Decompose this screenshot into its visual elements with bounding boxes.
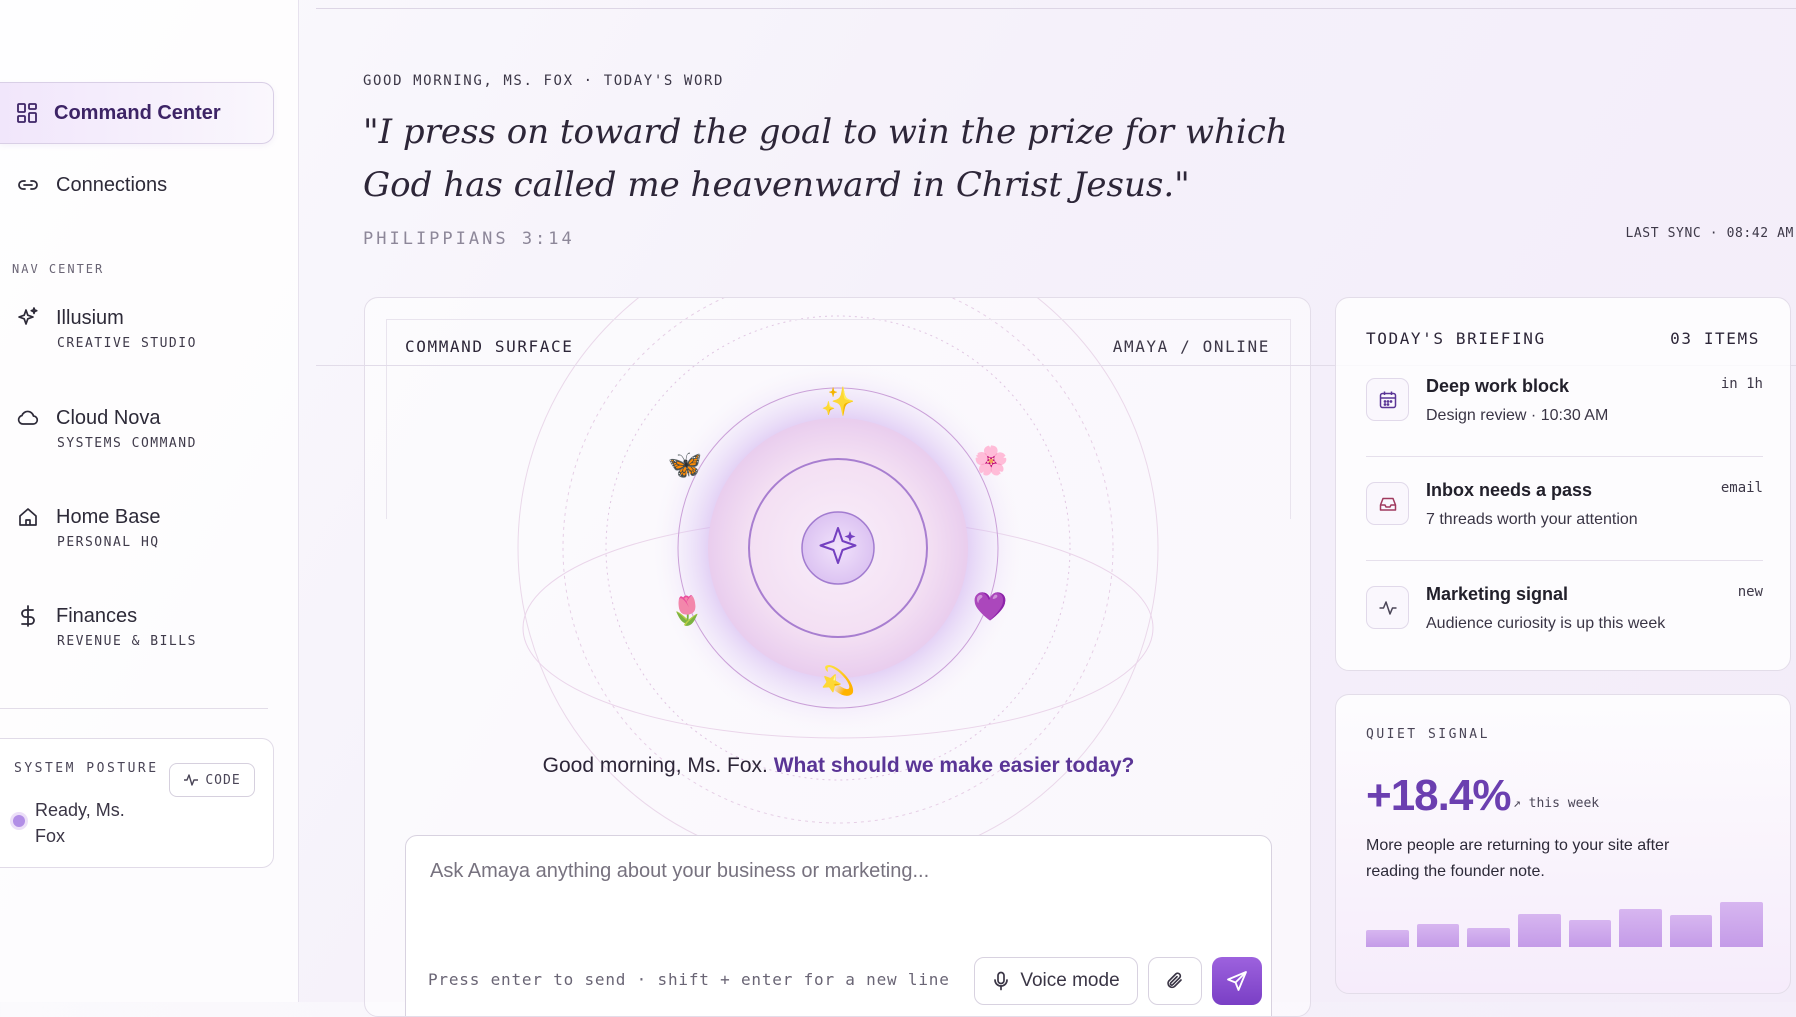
orbit-emoji: 🌷 [670, 594, 705, 627]
signal-bar [1366, 930, 1409, 947]
briefing-item-sub: 7 threads worth your attention [1426, 511, 1638, 528]
surface-title: COMMAND SURFACE [405, 337, 574, 356]
signal-description: More people are returning to your site a… [1366, 837, 1670, 880]
composer-hint: Press enter to send · shift + enter for … [428, 970, 950, 989]
nav-command-center[interactable]: Command Center [0, 82, 274, 144]
briefing-title: TODAY'S BRIEFING [1366, 329, 1546, 348]
briefing-divider [1366, 456, 1763, 457]
prompt-greeting: Good morning, Ms. Fox. [542, 754, 768, 777]
signal-bar [1619, 908, 1662, 947]
pulse-icon [183, 772, 199, 788]
briefing-item-title: Inbox needs a pass [1426, 480, 1593, 500]
nav-item-label: Illusium [56, 306, 124, 329]
signal-value: +18.4% [1366, 771, 1511, 820]
sidebar: Command Center Connections NAV CENTER Il… [0, 0, 299, 1002]
pulse-icon [1366, 586, 1409, 629]
nav-command-center-label: Command Center [54, 101, 221, 124]
voice-mode-label: Voice mode [1020, 970, 1120, 991]
orbit-emoji: 💫 [821, 664, 856, 698]
nav-item-sub: REVENUE & BILLS [57, 634, 197, 649]
nav-connections[interactable]: Connections [0, 173, 274, 197]
daily-verse: "I press on toward the goal to win the p… [363, 112, 1288, 205]
signal-title: QUIET SIGNAL [1366, 727, 1490, 742]
briefing-item[interactable]: Deep work block Design review · 10:30 AM… [1366, 372, 1763, 452]
briefing-item-sub: Design review · 10:30 AM [1426, 407, 1609, 424]
last-sync: LAST SYNC · 08:42 AM [1625, 226, 1794, 241]
nav-section-label: NAV CENTER [12, 262, 105, 276]
signal-bar [1669, 915, 1713, 947]
signal-bar [1517, 913, 1561, 947]
briefing-item[interactable]: Inbox needs a pass 7 threads worth your … [1366, 476, 1763, 556]
todays-briefing-card: TODAY'S BRIEFING 03 ITEMS Deep work bloc… [1335, 297, 1791, 671]
nav-item-cloud-nova[interactable]: Cloud Nova SYSTEMS COMMAND [0, 406, 274, 451]
nav-item-label: Cloud Nova [56, 406, 161, 429]
code-button[interactable]: CODE [169, 763, 255, 797]
briefing-item-sub: Audience curiosity is up this week [1426, 615, 1666, 632]
sparkle-icon [16, 306, 40, 330]
nav-item-finances[interactable]: Finances REVENUE & BILLS [0, 604, 274, 649]
nav-item-sub: PERSONAL HQ [57, 535, 160, 550]
assistant-status: AMAYA / ONLINE [1112, 337, 1270, 356]
nav-item-home-base[interactable]: Home Base PERSONAL HQ [0, 505, 274, 550]
inbox-icon [1366, 482, 1409, 525]
signal-bar-chart [1366, 883, 1763, 947]
orbit-emoji: 💜 [973, 590, 1008, 623]
voice-mode-button[interactable]: Voice mode [974, 957, 1138, 1005]
send-icon [1226, 970, 1248, 992]
signal-bar [1416, 923, 1460, 947]
briefing-item-title: Marketing signal [1426, 584, 1569, 604]
microphone-icon [992, 971, 1010, 991]
nav-item-illusium[interactable]: Illusium CREATIVE STUDIO [0, 306, 274, 351]
status-dot [13, 815, 25, 827]
briefing-divider [1366, 560, 1763, 561]
posture-title: SYSTEM POSTURE [14, 761, 159, 776]
system-posture-card: SYSTEM POSTURE CODE Ready, Ms. Fox [0, 738, 274, 868]
nav-connections-label: Connections [56, 173, 168, 196]
signal-bar [1720, 902, 1763, 947]
top-divider [316, 8, 1796, 9]
composer-placeholder[interactable]: Ask Amaya anything about your business o… [430, 860, 929, 883]
nav-item-label: Finances [56, 604, 138, 627]
briefing-item-meta: new [1737, 584, 1763, 600]
briefing-count: 03 ITEMS [1670, 329, 1760, 348]
briefing-item-meta: email [1720, 480, 1763, 496]
quiet-signal-card: QUIET SIGNAL +18.4% ↗ this week More peo… [1335, 694, 1791, 994]
nav-item-label: Home Base [56, 505, 161, 528]
grid-icon [16, 102, 38, 124]
signal-bar [1568, 920, 1612, 947]
briefing-item-meta: in 1h [1720, 376, 1763, 392]
cloud-icon [16, 406, 40, 430]
message-composer[interactable]: Ask Amaya anything about your business o… [405, 835, 1272, 1016]
dollar-icon [16, 604, 40, 628]
paperclip-icon [1165, 971, 1185, 991]
signal-unit: ↗ this week [1513, 796, 1600, 811]
posture-status: Ready, Ms. Fox [35, 800, 125, 846]
assistant-prompt: Good morning, Ms. Fox. What should we ma… [365, 754, 1310, 778]
code-button-label: CODE [205, 772, 241, 788]
command-surface: ✨ 🌸 💜 💫 🌷 🦋 COMMAND SURFACE AMAYA / ONLI… [364, 297, 1311, 1017]
link-icon [16, 173, 40, 197]
signal-bar [1467, 927, 1510, 947]
greeting-line: GOOD MORNING, MS. FOX · TODAY'S WORD [363, 73, 725, 89]
nav-item-sub: CREATIVE STUDIO [57, 336, 197, 351]
briefing-item[interactable]: Marketing signal Audience curiosity is u… [1366, 580, 1763, 660]
home-icon [16, 505, 40, 529]
verse-reference: PHILIPPIANS 3:14 [363, 229, 575, 249]
prompt-question: What should we make easier today? [773, 754, 1135, 777]
calendar-icon [1366, 378, 1409, 421]
briefing-item-title: Deep work block [1426, 376, 1570, 396]
sidebar-divider [0, 708, 268, 709]
nav-item-sub: SYSTEMS COMMAND [57, 436, 197, 451]
send-button[interactable] [1212, 957, 1262, 1005]
attach-button[interactable] [1148, 957, 1202, 1005]
